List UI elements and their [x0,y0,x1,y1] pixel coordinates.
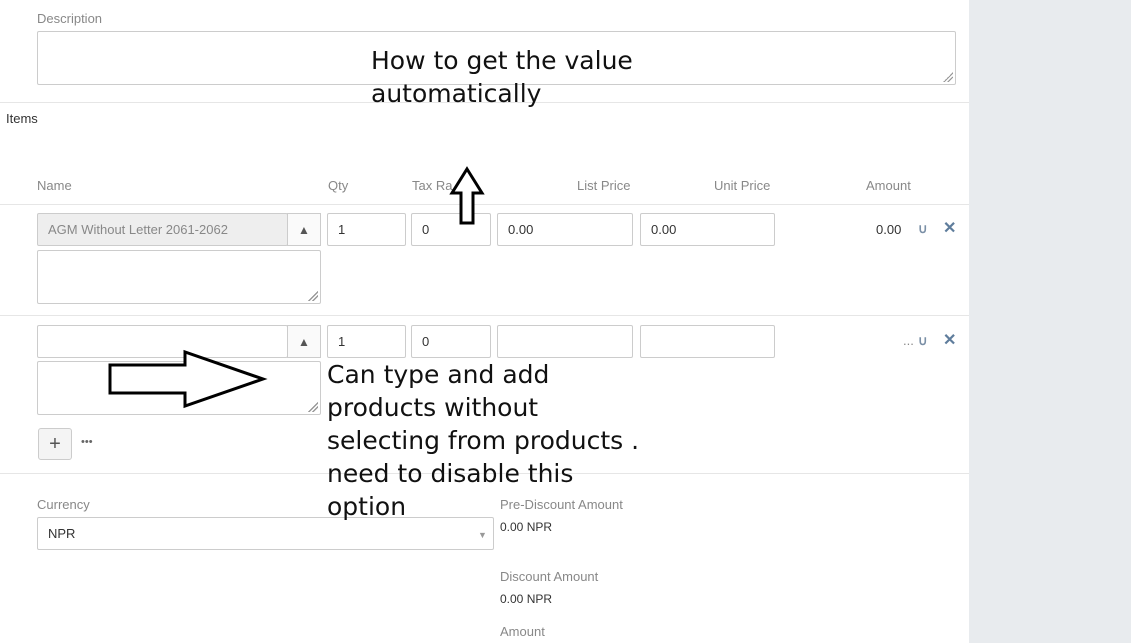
discount-label: Discount Amount [500,569,599,584]
annotation-top: How to get the value automatically [371,46,633,108]
right-arrow-annotation [108,349,268,409]
product-name-field[interactable]: AGM Without Letter 2061-2062 [37,213,288,246]
column-qty: Qty [328,178,349,193]
column-list-price: List Price [577,178,631,193]
list-price-input[interactable]: 0.00 [497,213,633,246]
amount-value: ... [903,333,914,348]
tax-rate-input[interactable]: 0 [411,325,491,358]
add-item-button[interactable]: + [38,428,72,460]
close-icon[interactable]: ✕ [943,221,956,237]
divider [0,315,969,316]
column-unit-price: Unit Price [714,178,771,193]
row-description-textarea[interactable] [37,250,321,304]
annotation-middle: Can type and add products without select… [327,360,640,521]
qty-input[interactable]: 1 [327,213,406,246]
column-amount: Amount [866,178,911,193]
unit-price-input[interactable] [640,325,775,358]
unit-price-input[interactable]: 0.00 [640,213,775,246]
chevron-down-icon[interactable]: ▼ [478,530,487,540]
more-options-button[interactable]: ••• [81,436,93,448]
amount-total-label: Amount [500,624,545,639]
chevron-up-icon[interactable]: ▲ [287,213,321,246]
items-label: Items [6,111,38,126]
amount-value: 0.00 [876,222,902,237]
magnet-icon[interactable]: ∪ [918,333,928,349]
chevron-up-icon[interactable]: ▲ [287,325,321,358]
resize-grip-icon[interactable] [308,402,318,412]
list-price-input[interactable] [497,325,633,358]
close-icon[interactable]: ✕ [943,333,956,349]
resize-grip-icon[interactable] [943,72,953,82]
currency-label: Currency [37,497,90,512]
magnet-icon[interactable]: ∪ [918,221,928,237]
resize-grip-icon[interactable] [308,291,318,301]
up-arrow-annotation [449,166,485,225]
description-label: Description [37,11,103,26]
qty-input[interactable]: 1 [327,325,406,358]
discount-value: 0.00 NPR [500,592,553,606]
column-name: Name [37,178,72,193]
